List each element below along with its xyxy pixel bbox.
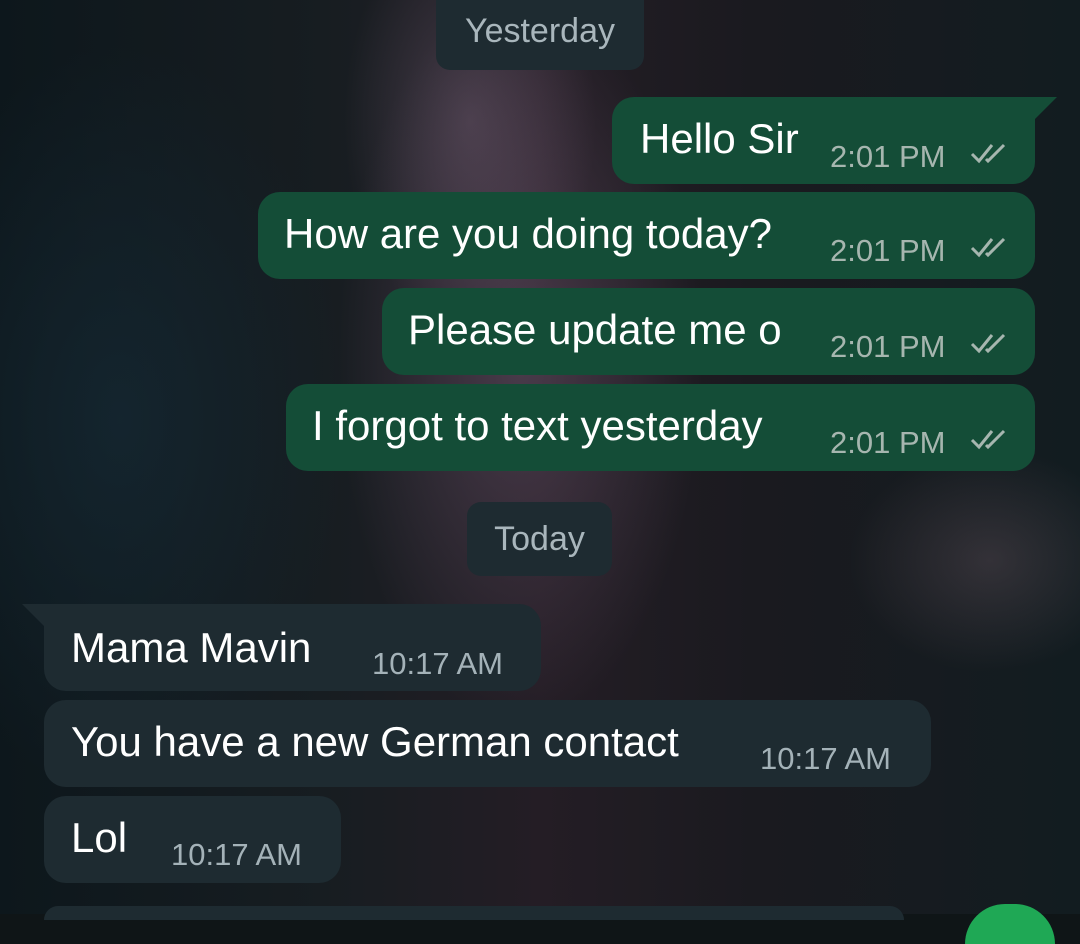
bubble-tail xyxy=(1035,97,1057,119)
outgoing-message[interactable]: Hello Sir 2:01 PM xyxy=(612,97,1057,184)
message-text: Please update me o xyxy=(408,306,782,353)
message-text: Hello Sir xyxy=(640,115,799,162)
message-time: 10:17 AM xyxy=(171,837,302,872)
message-time: 2:01 PM xyxy=(830,425,946,460)
incoming-message[interactable]: Lol 10:17 AM xyxy=(44,796,341,883)
message-time: 2:01 PM xyxy=(830,139,946,174)
date-separator-today: Today xyxy=(467,502,612,576)
message-time: 2:01 PM xyxy=(830,233,946,268)
date-separator-yesterday: Yesterday xyxy=(436,0,644,70)
outgoing-message[interactable]: How are you doing today? 2:01 PM xyxy=(258,192,1035,279)
double-check-icon xyxy=(970,143,1006,164)
incoming-message[interactable]: Mama Mavin 10:17 AM xyxy=(22,604,541,691)
message-text: How are you doing today? xyxy=(284,210,772,257)
double-check-icon xyxy=(970,429,1006,450)
incoming-message[interactable]: You have a new German contact 10:17 AM xyxy=(44,700,931,787)
message-time: 10:17 AM xyxy=(760,741,891,776)
message-text: Mama Mavin xyxy=(71,624,312,671)
bubble-tail xyxy=(22,604,44,626)
message-time: 2:01 PM xyxy=(830,329,946,364)
double-check-icon xyxy=(970,333,1006,354)
message-time: 10:17 AM xyxy=(372,646,503,681)
message-input-bar[interactable] xyxy=(44,906,904,920)
message-text: You have a new German contact xyxy=(71,718,679,765)
double-check-icon xyxy=(970,237,1006,258)
message-text: I forgot to text yesterday xyxy=(312,402,763,449)
message-text: Lol xyxy=(71,814,128,861)
outgoing-message[interactable]: Please update me o 2:01 PM xyxy=(382,288,1035,375)
outgoing-message[interactable]: I forgot to text yesterday 2:01 PM xyxy=(286,384,1035,471)
